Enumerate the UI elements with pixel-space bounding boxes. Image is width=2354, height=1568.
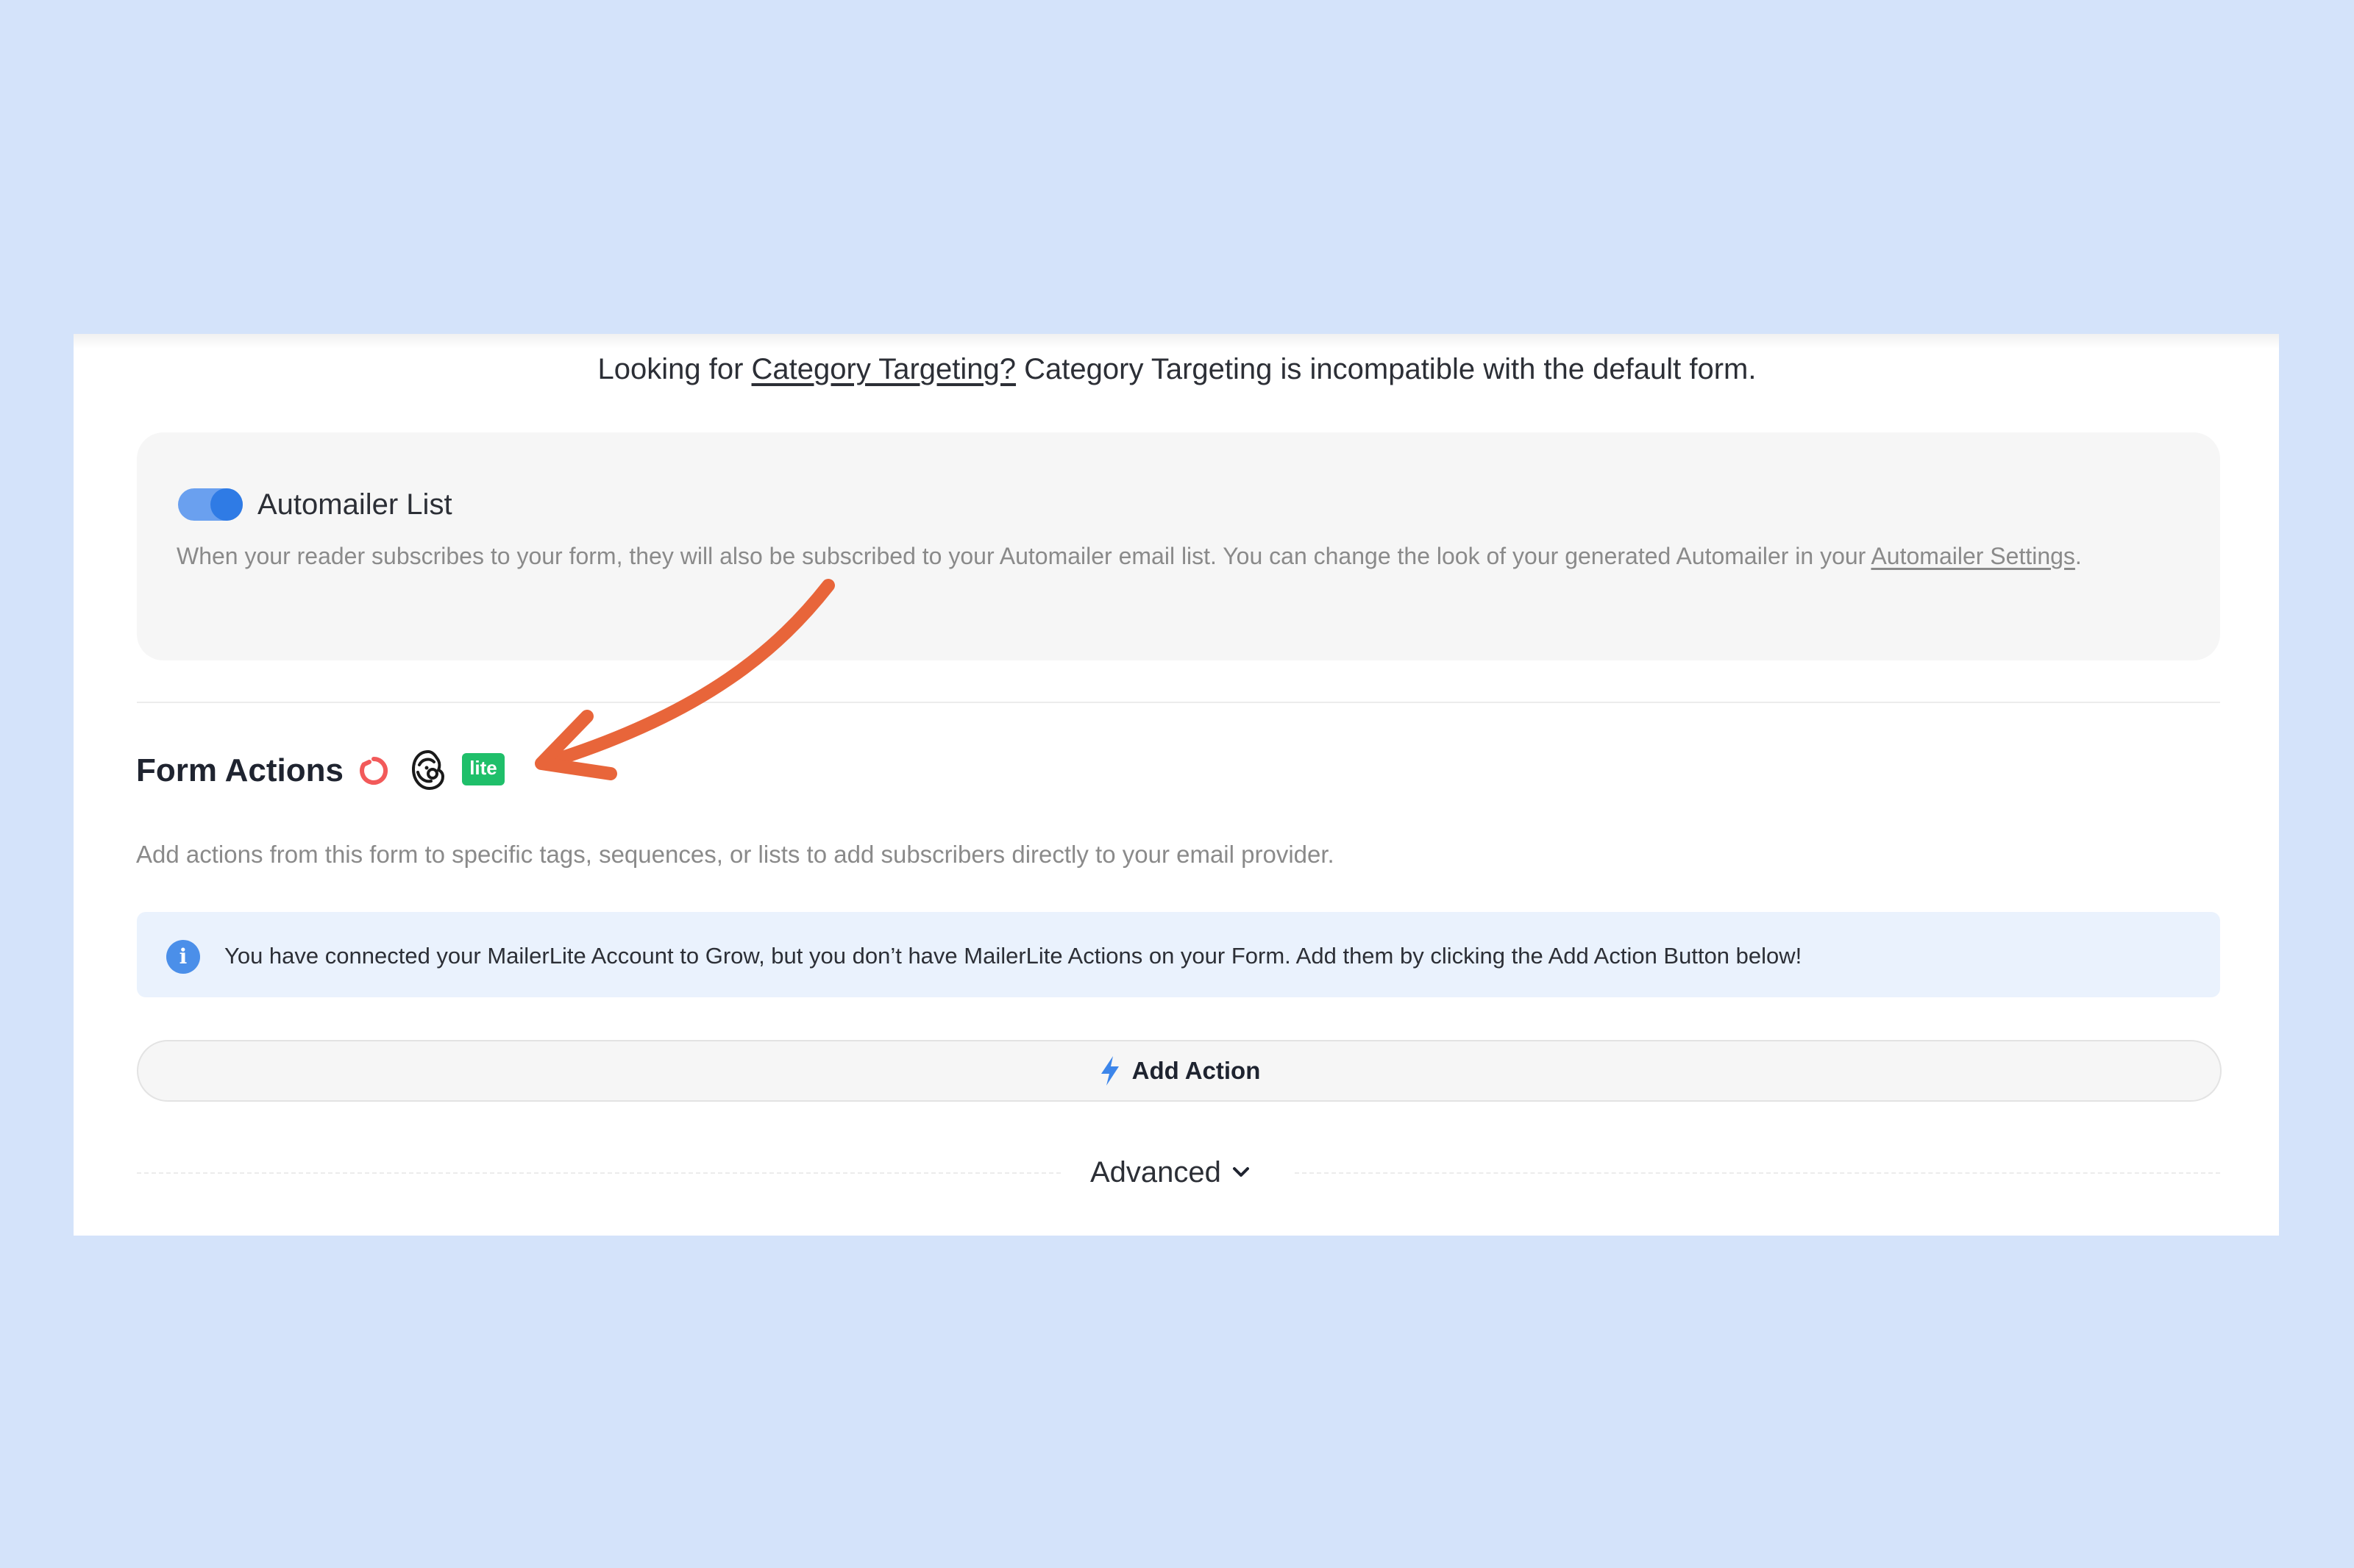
form-actions-description: Add actions from this form to specific t… <box>136 841 1334 868</box>
info-banner-text: You have connected your MailerLite Accou… <box>224 943 1802 969</box>
automailer-title: Automailer List <box>257 488 452 521</box>
category-targeting-note: Looking for Category Targeting? Category… <box>0 352 2354 387</box>
advanced-toggle[interactable]: Advanced <box>1090 1153 1252 1191</box>
automailer-description-text: When your reader subscribes to your form… <box>177 543 1871 569</box>
lightning-bolt-icon <box>1100 1056 1119 1086</box>
add-action-content: Add Action <box>138 1055 2220 1087</box>
category-targeting-link[interactable]: Category Targeting? <box>752 353 1017 385</box>
advanced-divider-right <box>1295 1172 2220 1174</box>
convertkit-icon <box>360 756 388 785</box>
toggle-knob <box>210 488 243 521</box>
info-icon: i <box>166 940 200 974</box>
automailer-toggle[interactable] <box>178 488 243 521</box>
section-divider <box>137 702 2220 703</box>
chevron-down-icon <box>1232 1167 1249 1177</box>
automailer-settings-link[interactable]: Automailer Settings <box>1871 543 2074 569</box>
add-action-button[interactable]: Add Action <box>137 1040 2222 1102</box>
mailerlite-icon: lite <box>462 753 505 785</box>
form-actions-title: Form Actions <box>136 752 344 788</box>
add-action-label: Add Action <box>1131 1057 1261 1084</box>
automailer-description-end: . <box>2074 543 2082 569</box>
advanced-label: Advanced <box>1090 1156 1221 1189</box>
annotation-arrow-icon <box>535 579 835 780</box>
advanced-divider-left <box>137 1172 1061 1174</box>
automailer-description: When your reader subscribes to your form… <box>177 539 2133 573</box>
category-note-suffix: Category Targeting is incompatible with … <box>1016 353 1757 385</box>
mailchimp-icon <box>411 749 445 791</box>
panel-top-shadow <box>74 334 2279 349</box>
category-note-prefix: Looking for <box>597 353 752 385</box>
